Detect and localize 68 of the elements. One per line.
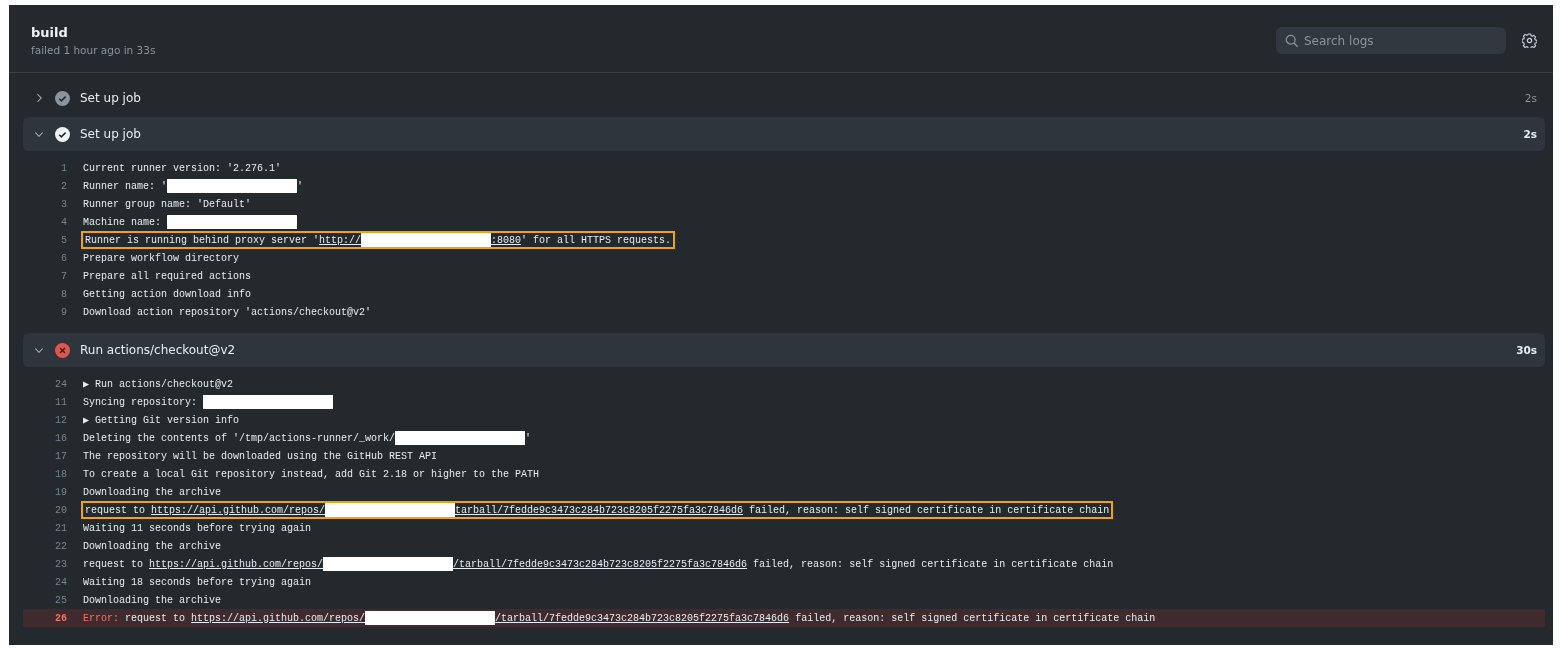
log-text: Downloading the archive — [82, 485, 223, 499]
line-number: 12 — [54, 414, 68, 426]
line-number: 26 — [54, 612, 68, 624]
log-text: Getting action download info — [82, 287, 253, 301]
log-text: Prepare all required actions — [82, 269, 253, 283]
log-link[interactable]: tarball/7fedde9c3473c284b723c8205f2275fa3c7846d6 — [455, 504, 744, 516]
log-text: To create a local Git repository instead, add Git 2.18 or higher to the PATH — [82, 467, 541, 481]
log-link[interactable]: https://api.github.com/repos/ — [149, 558, 324, 570]
line-number: 8 — [60, 288, 68, 300]
step-title: Set up job — [80, 91, 142, 105]
step-header[interactable]: Set up job 2s — [23, 117, 1545, 151]
log-link[interactable]: http:// — [319, 234, 362, 246]
line-number: 2 — [60, 180, 68, 192]
log-text: ▶ Getting Git version info — [82, 414, 241, 427]
log-link[interactable]: /tarball/7fedde9c3473c284b723c8205f2275fa3c7846d6 — [495, 612, 790, 624]
log-text: Downloading the archive — [82, 593, 223, 607]
log-text: Runner is running behind proxy server 'http:// :8080' for all HTTPS requests. — [81, 231, 676, 249]
line-number: 18 — [54, 468, 68, 480]
line-number: 24 — [54, 576, 68, 588]
step-title: Run actions/checkout@v2 — [80, 343, 237, 357]
step-duration: 2s — [1524, 92, 1537, 104]
step-header[interactable]: Set up job 2s — [23, 81, 1545, 115]
step-title: Set up job — [80, 127, 142, 141]
line-number: 22 — [54, 540, 68, 552]
search-icon — [1285, 34, 1299, 48]
log-link[interactable]: https://api.github.com/repos/ — [151, 504, 326, 516]
step-duration: 2s — [1523, 128, 1537, 140]
log-link[interactable]: /tarball/7fedde9c3473c284b723c8205f2275fa3c7846d6 — [453, 558, 748, 570]
line-number: 9 — [60, 306, 68, 318]
log-text: Runner group name: 'Default' — [82, 197, 253, 211]
log-text: Runner name: ' ' — [82, 178, 305, 194]
step-duration: 30s — [1516, 344, 1537, 356]
line-number: 25 — [54, 594, 68, 606]
line-number: 4 — [60, 216, 68, 228]
log-text: Syncing repository: — [81, 394, 336, 410]
log-text: The repository will be downloaded using the GitHub REST API — [82, 449, 439, 463]
settings-icon[interactable] — [1522, 33, 1537, 48]
log-link[interactable]: :8080 — [491, 234, 522, 246]
log-text: Waiting 11 seconds before trying again — [82, 521, 313, 535]
line-number: 23 — [54, 558, 68, 570]
log-text: Downloading the archive — [82, 539, 223, 553]
job-status-text: failed 1 hour ago in 33s — [31, 44, 156, 56]
line-number: 3 — [60, 198, 68, 210]
line-number: 6 — [60, 252, 68, 264]
line-number: 21 — [54, 522, 68, 534]
log-text: Deleting the contents of '/tmp/actions-runner/_work/ ' — [82, 430, 533, 446]
log-text: Download action repository 'actions/checkout@v2' — [82, 305, 373, 319]
line-number: 5 — [60, 234, 68, 246]
line-number: 11 — [54, 396, 68, 408]
line-number: 16 — [54, 432, 68, 444]
line-number: 17 — [54, 450, 68, 462]
log-text: Machine name: — [81, 214, 299, 230]
line-number: 7 — [60, 270, 68, 282]
log-text: Current runner version: '2.276.1' — [82, 161, 283, 175]
search-field[interactable]: Search logs — [1276, 27, 1506, 54]
log-text: Error: request to https://api.github.com/repos/ /tarball/7fedde9c3473c284b723c8205f2275fa3c7846d6 failed, reason: self signed certificate in certificate chain — [82, 610, 1157, 626]
step-header[interactable]: Run actions/checkout@v2 30s — [23, 333, 1545, 367]
line-number: 20 — [54, 504, 68, 516]
line-number: 19 — [54, 486, 68, 498]
log-link[interactable]: https://api.github.com/repos/ — [191, 612, 366, 624]
log-text: Waiting 18 seconds before trying again — [82, 575, 313, 589]
log-text: request to https://api.github.com/repos/ tarball/7fedde9c3473c284b723c8205f2275fa3c7846d6 failed, reason: self signed certificate in certificate chain — [81, 501, 1114, 519]
log-text: ▶ Run actions/checkout@v2 — [82, 378, 235, 391]
line-number: 24 — [54, 378, 68, 390]
line-number: 1 — [60, 162, 68, 174]
log-text: request to https://api.github.com/repos/ /tarball/7fedde9c3473c284b723c8205f2275fa3c7846d6 failed, reason: self signed certificate in certificate chain — [82, 556, 1115, 572]
log-text: Prepare workflow directory — [82, 251, 241, 265]
job-title: build — [31, 25, 68, 40]
